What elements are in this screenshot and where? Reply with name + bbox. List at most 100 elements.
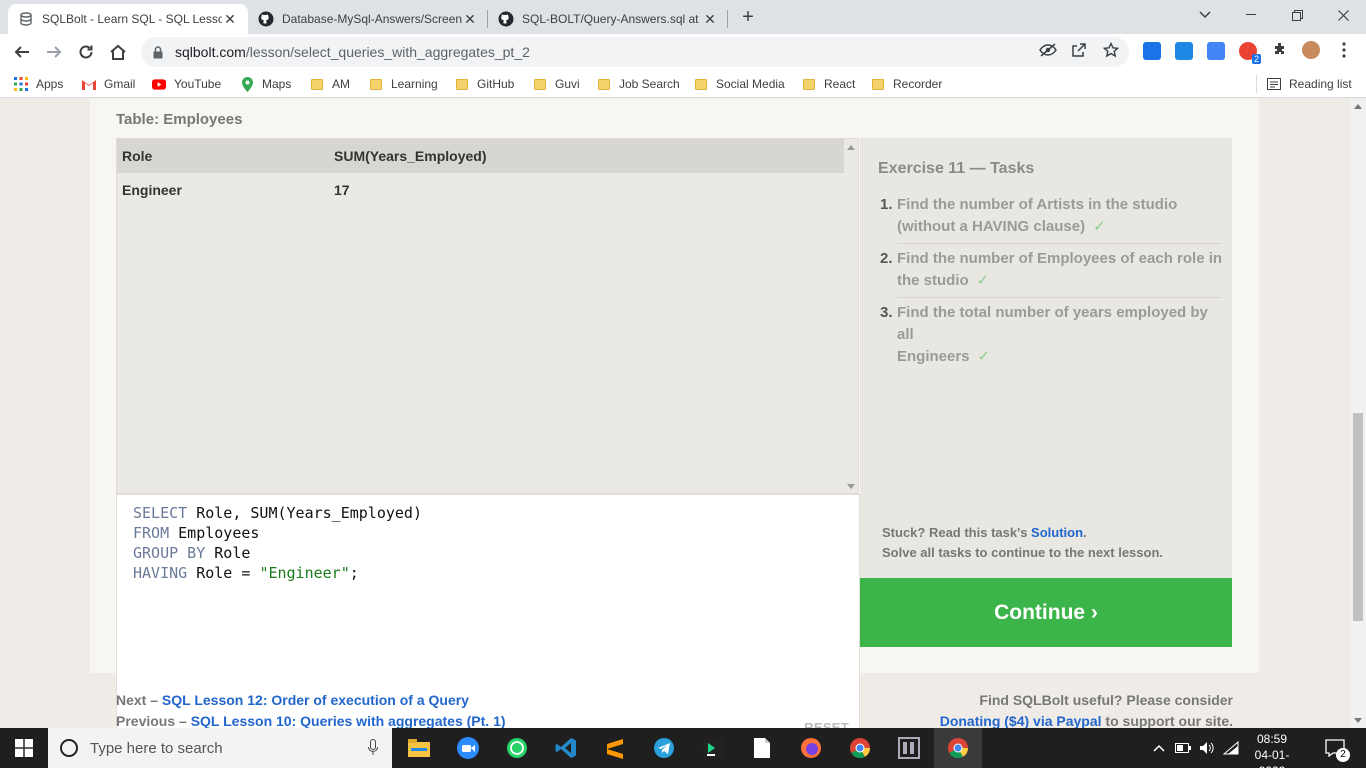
- close-icon[interactable]: ✕: [462, 11, 478, 28]
- lock-icon[interactable]: [153, 45, 167, 59]
- firefox-icon[interactable]: [787, 728, 835, 768]
- bookmark-job-search[interactable]: Job Search: [597, 75, 680, 93]
- gmail-icon: [82, 77, 96, 91]
- window-close-icon[interactable]: [1320, 0, 1366, 30]
- task-item: 1. Find the number of Artists in the stu…: [880, 196, 1178, 235]
- exercise-tasks-panel: Exercise 11 — Tasks 1. Find the number o…: [860, 138, 1232, 578]
- apps-grid-icon: [14, 77, 28, 91]
- solution-link[interactable]: Solution: [1031, 525, 1083, 540]
- date: 04-01-2022: [1254, 748, 1290, 768]
- bookmark-recorder[interactable]: Recorder: [871, 75, 942, 93]
- translate-icon[interactable]: [1207, 42, 1225, 60]
- telegram-icon[interactable]: [640, 728, 688, 768]
- bookmark-am[interactable]: AM: [310, 75, 350, 93]
- tab-title: SQLBolt - Learn SQL - SQL Lesso: [42, 12, 222, 26]
- extension-resize-icon[interactable]: [1175, 42, 1193, 60]
- microphone-icon[interactable]: [368, 739, 378, 761]
- taskbar-clock[interactable]: 08:59 04-01-2022: [1242, 731, 1302, 768]
- sql-code[interactable]: SELECT Role, SUM(Years_Employed) FROM Em…: [133, 503, 422, 583]
- donate-text: Donating ($4) via Paypal to support our …: [939, 713, 1233, 728]
- bookmark-social-media[interactable]: Social Media: [694, 75, 785, 93]
- result-scrollbar[interactable]: [843, 139, 858, 495]
- bookmark-label: YouTube: [174, 77, 222, 91]
- wifi-icon[interactable]: [1220, 728, 1242, 768]
- page-scrollbar[interactable]: [1350, 99, 1366, 728]
- reading-list-icon: [1267, 77, 1281, 91]
- time: 08:59: [1256, 732, 1288, 746]
- eye-off-icon[interactable]: [1039, 41, 1057, 59]
- forward-icon[interactable]: [42, 40, 66, 64]
- previous-lesson: Previous – SQL Lesson 10: Queries with a…: [116, 713, 506, 728]
- folder-icon: [369, 77, 383, 91]
- sublime-icon[interactable]: [591, 728, 639, 768]
- battery-icon[interactable]: [1172, 728, 1194, 768]
- folder-icon: [597, 77, 611, 91]
- extension-badge-count: 2: [1251, 54, 1261, 64]
- task-item: 2. Find the number of Employees of each …: [880, 250, 1223, 289]
- chrome-active-icon[interactable]: [934, 728, 982, 768]
- share-icon[interactable]: [1070, 41, 1088, 59]
- bookmark-label: Job Search: [619, 77, 680, 91]
- tray-overflow-chevron-icon[interactable]: [1150, 728, 1168, 768]
- bookmark-gmail[interactable]: Gmail: [82, 75, 135, 93]
- scrollbar-thumb[interactable]: [1353, 413, 1363, 621]
- next-lesson-link[interactable]: SQL Lesson 12: Order of execution of a Q…: [162, 692, 469, 708]
- bookmark-guvi[interactable]: Guvi: [533, 75, 580, 93]
- windows-start-icon[interactable]: [0, 728, 48, 768]
- notification-center-icon[interactable]: 2: [1318, 728, 1352, 768]
- whatsapp-icon[interactable]: [493, 728, 541, 768]
- bookmark-star-icon[interactable]: [1102, 41, 1120, 59]
- scroll-down-icon[interactable]: [1354, 718, 1362, 723]
- pycharm-icon[interactable]: [689, 728, 737, 768]
- taskbar-search-box[interactable]: Type here to search: [48, 728, 392, 768]
- tab-search-chevron-icon[interactable]: [1182, 0, 1228, 30]
- scroll-up-icon[interactable]: [847, 145, 855, 150]
- extensions-puzzle-icon[interactable]: [1271, 41, 1289, 59]
- scroll-up-icon[interactable]: [1354, 104, 1362, 109]
- url-text: sqlbolt.com/lesson/select_queries_with_a…: [175, 44, 530, 60]
- bookmark-youtube[interactable]: YouTube: [152, 75, 221, 93]
- file-explorer-icon[interactable]: [395, 728, 443, 768]
- bookmark-react[interactable]: React: [802, 75, 855, 93]
- result-cell: Engineer: [122, 182, 182, 198]
- bookmark-learning[interactable]: Learning: [369, 75, 438, 93]
- zoom-icon[interactable]: [444, 728, 492, 768]
- home-icon[interactable]: [106, 40, 130, 64]
- minimize-icon[interactable]: [1228, 0, 1274, 30]
- new-tab-button[interactable]: +: [738, 6, 758, 28]
- reset-button[interactable]: RESET: [804, 720, 849, 728]
- chrome-icon[interactable]: [836, 728, 884, 768]
- page-viewport: Table: Employees Role SUM(Years_Employed…: [0, 99, 1350, 728]
- avatar[interactable]: [1302, 41, 1320, 59]
- extension-badge-icon[interactable]: 2: [1239, 42, 1261, 64]
- tab-database-answers[interactable]: Database-MySql-Answers/Screen ✕: [248, 4, 488, 34]
- tab-query-answers[interactable]: SQL-BOLT/Query-Answers.sql at ✕: [488, 4, 728, 34]
- next-lesson: Next – SQL Lesson 12: Order of execution…: [116, 692, 469, 708]
- notification-count: 2: [1336, 748, 1350, 762]
- reading-list[interactable]: Reading list: [1267, 75, 1352, 93]
- menu-kebab-icon[interactable]: [1335, 41, 1353, 59]
- tab-title: Database-MySql-Answers/Screen: [282, 12, 462, 26]
- scroll-down-icon[interactable]: [847, 484, 855, 489]
- bookmark-label: AM: [332, 77, 350, 91]
- extension-reader-icon[interactable]: [1143, 42, 1161, 60]
- previous-lesson-link[interactable]: SQL Lesson 10: Queries with aggregates (…: [191, 713, 506, 728]
- app-switcher-icon[interactable]: [885, 728, 933, 768]
- close-icon[interactable]: ✕: [222, 11, 238, 28]
- tab-sqlbolt[interactable]: SQLBolt - Learn SQL - SQL Lesso ✕: [8, 4, 248, 34]
- back-icon[interactable]: [10, 40, 34, 64]
- continue-button[interactable]: Continue ›: [860, 578, 1232, 647]
- address-bar[interactable]: sqlbolt.com/lesson/select_queries_with_a…: [141, 37, 1129, 67]
- notepad-icon[interactable]: [738, 728, 786, 768]
- bookmark-github[interactable]: GitHub: [455, 75, 514, 93]
- bookmark-apps[interactable]: Apps: [14, 75, 63, 93]
- vscode-icon[interactable]: [542, 728, 590, 768]
- bookmark-maps[interactable]: Maps: [240, 75, 291, 93]
- reload-icon[interactable]: [74, 40, 98, 64]
- bookmark-label: Learning: [391, 77, 438, 91]
- cortana-icon: [60, 739, 78, 757]
- restore-icon[interactable]: [1274, 0, 1320, 30]
- donate-link[interactable]: Donating ($4) via Paypal: [940, 713, 1102, 728]
- close-icon[interactable]: ✕: [702, 11, 718, 28]
- volume-icon[interactable]: [1196, 728, 1218, 768]
